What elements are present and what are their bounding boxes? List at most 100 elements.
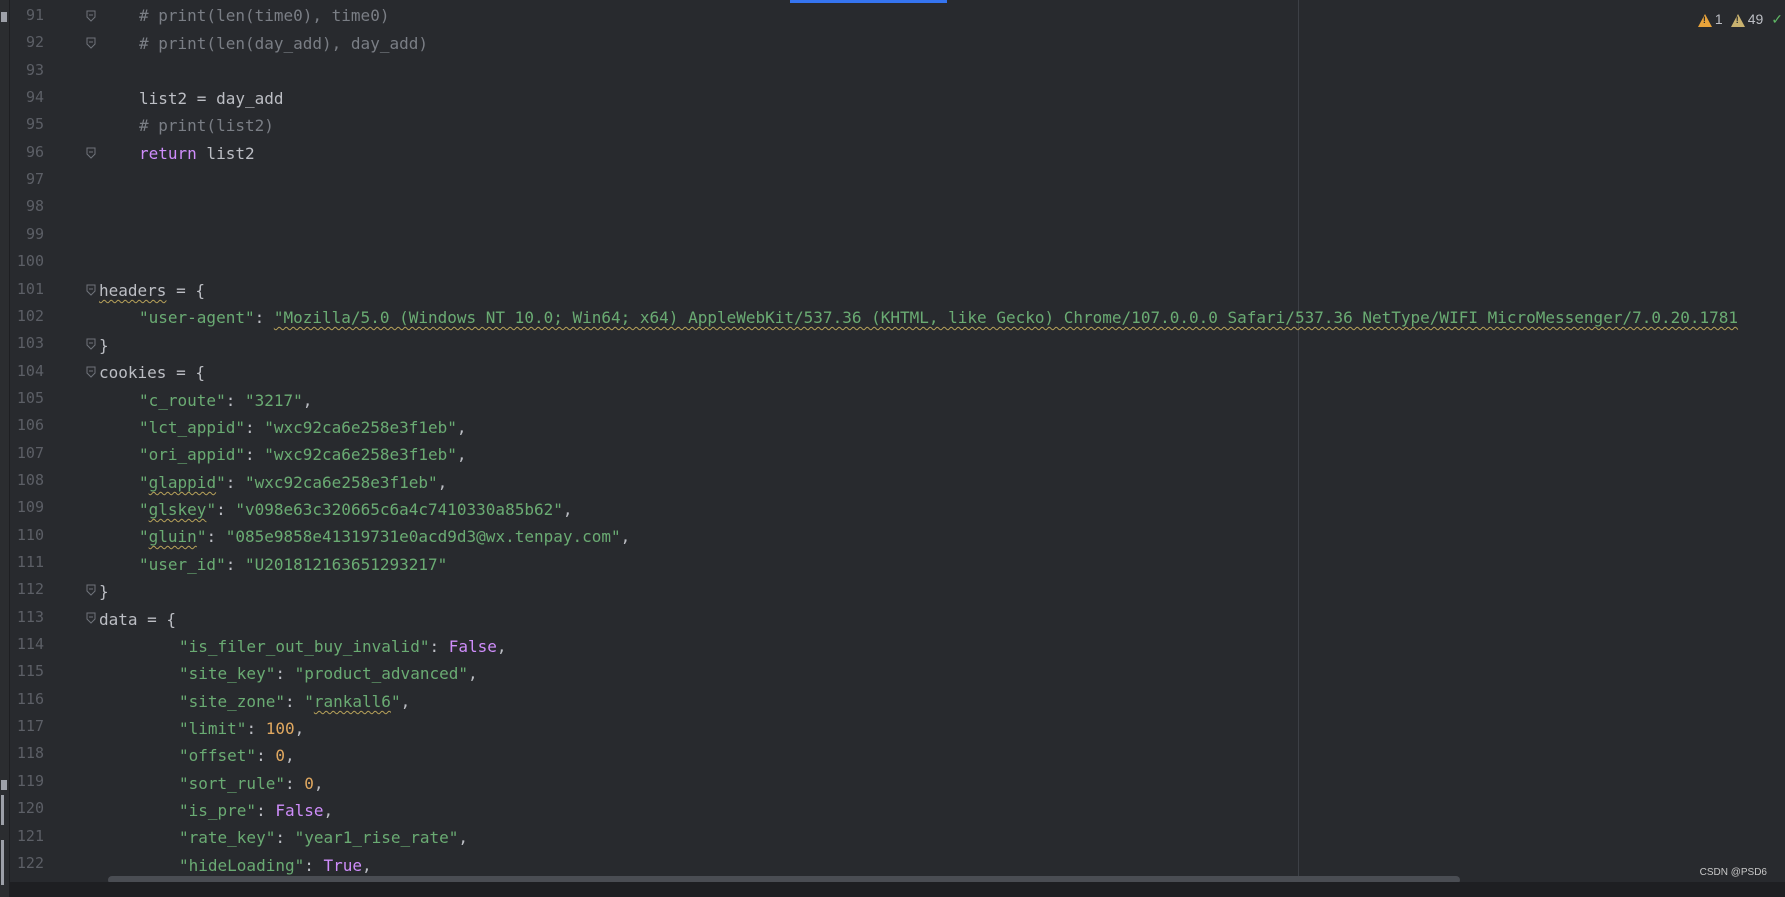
code-line-105[interactable]: "c_route": "3217", <box>139 387 312 414</box>
code-text: : <box>216 500 236 519</box>
fold-marker-icon[interactable] <box>86 612 96 624</box>
code-line-102[interactable]: "user-agent": "Mozilla/5.0 (Windows NT 1… <box>139 304 1738 331</box>
line-number[interactable]: 94 <box>10 84 44 111</box>
check-icon: ✓ <box>1771 10 1783 27</box>
line-number[interactable]: 100 <box>10 248 44 275</box>
keyword: return <box>139 144 197 163</box>
code-line-96[interactable]: return list2 <box>139 140 255 167</box>
line-number[interactable]: 118 <box>10 740 44 767</box>
fold-marker-icon[interactable] <box>86 37 96 50</box>
code-line-115[interactable]: "site_key": "product_advanced", <box>179 660 478 687</box>
code-text: : <box>244 445 265 464</box>
fold-marker-icon[interactable] <box>86 366 96 378</box>
line-number[interactable]: 111 <box>10 549 44 576</box>
code-line-119[interactable]: "sort_rule": 0, <box>179 770 324 797</box>
fold-marker-icon[interactable] <box>86 147 96 159</box>
line-number[interactable]: 121 <box>10 823 44 850</box>
code-line-118[interactable]: "offset": 0, <box>179 742 295 769</box>
code-text: , <box>620 527 631 546</box>
code-line-108[interactable]: "glappid": "wxc92ca6e258e3f1eb", <box>139 469 447 496</box>
line-number[interactable]: 119 <box>10 768 44 795</box>
line-number[interactable]: 120 <box>10 795 44 822</box>
code-line-117[interactable]: "limit": 100, <box>179 715 304 742</box>
dict-key: "site_zone" <box>179 692 285 711</box>
line-number[interactable]: 112 <box>10 576 44 603</box>
line-number[interactable]: 116 <box>10 686 44 713</box>
code-line-95[interactable]: # print(list2) <box>139 112 274 139</box>
code-line-120[interactable]: "is_pre": False, <box>179 797 333 824</box>
code-line-107[interactable]: "ori_appid": "wxc92ca6e258e3f1eb", <box>139 441 467 468</box>
code-text: : <box>246 719 266 738</box>
line-number[interactable]: 122 <box>10 850 44 877</box>
code-line-121[interactable]: "rate_key": "year1_rise_rate", <box>179 824 468 851</box>
line-number[interactable]: 106 <box>10 412 44 439</box>
dict-value: "Mozilla/5.0 (Windows NT 10.0; Win64; x6… <box>273 308 1739 327</box>
fold-marker-icon[interactable] <box>86 10 96 22</box>
code-editor[interactable]: 91 92 93 94 95 96 97 98 99 100 101 102 103 104 105 106 1… <box>10 0 1785 882</box>
code-text: : <box>225 391 245 410</box>
code-line-106[interactable]: "lct_appid": "wxc92ca6e258e3f1eb", <box>139 414 467 441</box>
right-margin-guide <box>1298 0 1299 882</box>
code-line-112[interactable]: } <box>99 578 109 605</box>
line-number[interactable]: 99 <box>10 221 44 248</box>
fold-marker-icon[interactable] <box>86 584 96 597</box>
line-number[interactable]: 102 <box>10 303 44 330</box>
dict-key: "hideLoading" <box>179 856 305 875</box>
code-line-111[interactable]: "user_id": "U201812163651293217" <box>139 551 447 578</box>
code-text: : <box>244 418 265 437</box>
code-line-114[interactable]: "is_filer_out_buy_invalid": False, <box>179 633 507 660</box>
code-text: : <box>284 692 305 711</box>
line-number[interactable]: 117 <box>10 713 44 740</box>
line-number[interactable]: 110 <box>10 522 44 549</box>
comment: # print(list2) <box>139 116 274 135</box>
code-line-92[interactable]: # print(len(day_add), day_add) <box>139 30 428 57</box>
tool-strip-glyph <box>1 12 7 22</box>
watermark: CSDN @PSD6 <box>1699 867 1767 878</box>
dict-key: gluin <box>148 527 197 546</box>
fold-marker-icon[interactable] <box>86 338 96 350</box>
line-number[interactable]: 114 <box>10 631 44 658</box>
line-number[interactable]: 101 <box>10 276 44 303</box>
line-number[interactable]: 105 <box>10 385 44 412</box>
code-line-116[interactable]: "site_zone": "rankall6", <box>179 688 410 715</box>
warning-count-label: 1 <box>1714 11 1723 27</box>
code-line-101[interactable]: headers = { <box>99 277 205 304</box>
dict-value: "wxc92ca6e258e3f1eb" <box>244 473 438 492</box>
code-line-110[interactable]: "gluin": "085e9858e41319731e0acd9d3@wx.t… <box>139 523 630 550</box>
line-number[interactable]: 98 <box>10 193 44 220</box>
line-number[interactable]: 107 <box>10 440 44 467</box>
code-line-91[interactable]: # print(len(time0), time0) <box>139 2 389 29</box>
line-number[interactable]: 95 <box>10 111 44 138</box>
warning-count[interactable]: 1 <box>1697 11 1723 27</box>
fold-marker-icon[interactable] <box>86 284 96 296</box>
code-line-104[interactable]: cookies = { <box>99 359 205 386</box>
code-line-113[interactable]: data = { <box>99 606 176 633</box>
inspection-widget[interactable]: 1 49 ✓ <box>1697 8 1785 30</box>
dict-value: rankall6 <box>313 692 391 711</box>
line-number-gutter[interactable]: 91 92 93 94 95 96 97 98 99 100 101 102 103 104 105 106 1… <box>10 0 96 882</box>
dict-key: "c_route" <box>139 391 226 410</box>
active-tab-indicator <box>790 0 947 3</box>
line-number[interactable]: 109 <box>10 494 44 521</box>
dict-key: " <box>196 527 207 546</box>
left-tool-strip <box>0 0 10 897</box>
line-number[interactable]: 115 <box>10 658 44 685</box>
line-number[interactable]: 113 <box>10 604 44 631</box>
code-text: : <box>206 527 226 546</box>
code-line-122[interactable]: "hideLoading": True, <box>179 852 372 879</box>
dict-key: "offset" <box>179 746 257 765</box>
dict-key: glappid <box>148 473 217 492</box>
line-number[interactable]: 93 <box>10 57 44 84</box>
line-number[interactable]: 91 <box>10 2 44 29</box>
line-number[interactable]: 97 <box>10 166 44 193</box>
line-number[interactable]: 103 <box>10 330 44 357</box>
code-line-103[interactable]: } <box>99 332 109 359</box>
code-line-94[interactable]: list2 = day_add <box>139 85 284 112</box>
line-number[interactable]: 108 <box>10 467 44 494</box>
code-line-109[interactable]: "glskey": "v098e63c320665c6a4c7410330a85… <box>139 496 573 523</box>
weak-warning-count[interactable]: 49 <box>1730 11 1763 27</box>
line-number[interactable]: 104 <box>10 358 44 385</box>
line-number[interactable]: 96 <box>10 139 44 166</box>
line-number[interactable]: 92 <box>10 29 44 56</box>
warning-icon <box>1697 13 1712 27</box>
